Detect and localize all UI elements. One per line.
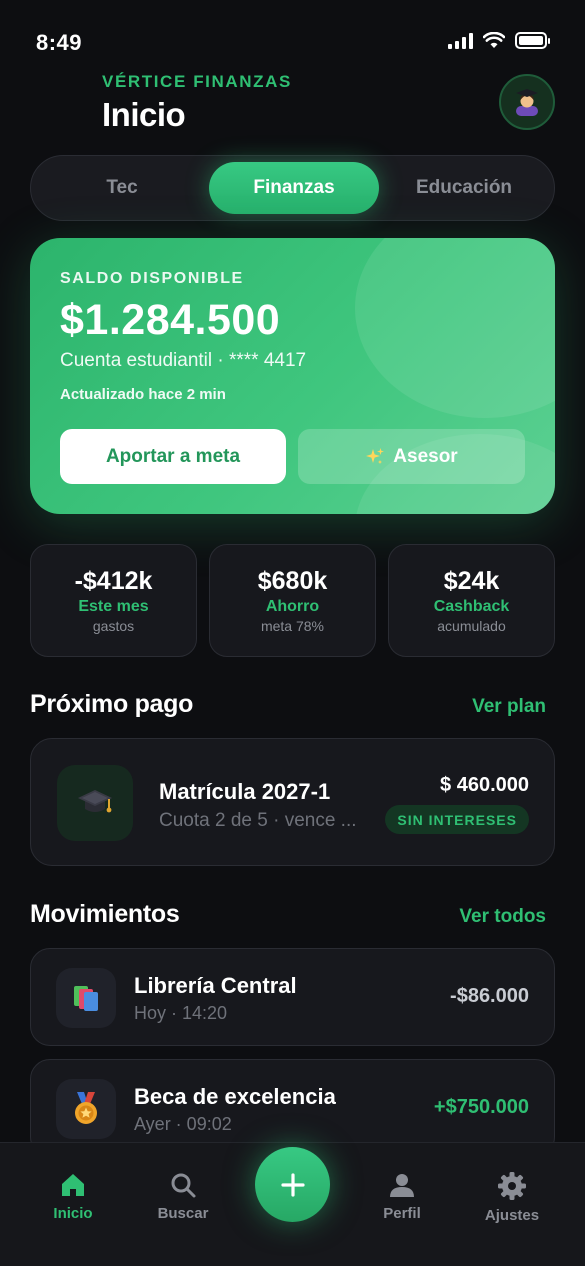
contribute-goal-button[interactable]: Aportar a meta bbox=[60, 429, 286, 484]
header: VÉRTICE FINANZAS Inicio bbox=[102, 72, 292, 134]
home-icon bbox=[62, 1174, 84, 1196]
cellular-signal-icon bbox=[448, 32, 473, 49]
balance-amount: $1.284.500 bbox=[60, 296, 281, 344]
view-all-link[interactable]: Ver todos bbox=[459, 906, 546, 928]
balance-label: SALDO DISPONIBLE bbox=[60, 270, 244, 287]
no-interest-badge: SIN INTERESES bbox=[385, 805, 529, 834]
nav-label: Inicio bbox=[53, 1205, 93, 1222]
wifi-icon bbox=[483, 32, 505, 48]
status-bar: 8:49 bbox=[0, 0, 585, 70]
status-icons bbox=[448, 32, 550, 49]
transaction-time: Ayer · 09:02 bbox=[134, 1114, 232, 1134]
nav-label: Buscar bbox=[157, 1205, 209, 1222]
stat-value: $680k bbox=[257, 567, 328, 595]
next-payment-card[interactable]: Matrícula 2027-1 Cuota 2 de 5 · vence ..… bbox=[30, 738, 555, 866]
page-title: Inicio bbox=[102, 96, 186, 133]
transaction-amount: -$86.000 bbox=[450, 985, 529, 1007]
status-time: 8:49 bbox=[36, 30, 83, 55]
stat-sub: gastos bbox=[92, 618, 135, 634]
medal-icon bbox=[75, 1092, 97, 1124]
next-payment-title: Próximo pago bbox=[30, 690, 194, 718]
stat-value: -$412k bbox=[74, 567, 153, 595]
nav-item-inicio[interactable]: Inicio bbox=[28, 1171, 118, 1222]
transaction-icon-tile bbox=[56, 1079, 116, 1139]
transaction-icon-tile bbox=[56, 968, 116, 1028]
balance-card: SALDO DISPONIBLE $1.284.500 Cuenta estud… bbox=[30, 238, 555, 514]
books-icon bbox=[74, 986, 98, 1011]
person-icon bbox=[390, 1174, 414, 1197]
nav-item-buscar[interactable]: Buscar bbox=[138, 1171, 228, 1222]
nav-item-perfil[interactable]: Perfil bbox=[357, 1171, 447, 1222]
stat-card-savings[interactable]: $680k Ahorro meta 78% bbox=[209, 544, 376, 657]
stat-label: Este mes bbox=[78, 598, 149, 615]
transaction-title: Librería Central bbox=[134, 973, 297, 998]
battery-icon bbox=[515, 32, 550, 49]
stat-sub: meta 78% bbox=[260, 618, 325, 634]
stat-sub: acumulado bbox=[437, 618, 506, 634]
graduation-cap-icon bbox=[78, 790, 112, 813]
category-tabs: Tec Finanzas Educación bbox=[30, 155, 555, 221]
tab-tec[interactable]: Tec bbox=[37, 162, 207, 214]
payment-icon-tile bbox=[57, 765, 133, 841]
nav-label: Ajustes bbox=[484, 1207, 540, 1224]
gear-icon bbox=[498, 1172, 526, 1200]
payment-title: Matrícula 2027-1 bbox=[159, 779, 331, 804]
tab-finanzas[interactable]: Finanzas bbox=[209, 162, 379, 214]
nav-item-ajustes[interactable]: Ajustes bbox=[467, 1171, 557, 1224]
movements-title: Movimientos bbox=[30, 900, 180, 928]
advisor-button[interactable]: Asesor bbox=[298, 429, 525, 484]
transaction-title: Beca de excelencia bbox=[134, 1084, 336, 1109]
transaction-amount: +$750.000 bbox=[433, 1096, 529, 1118]
student-avatar-icon bbox=[516, 89, 538, 116]
avatar[interactable] bbox=[499, 74, 555, 130]
account-info: Cuenta estudiantil · **** 4417 bbox=[60, 350, 307, 371]
brand-name: VÉRTICE FINANZAS bbox=[102, 72, 292, 91]
sparkles-icon bbox=[366, 447, 385, 464]
stat-label: Cashback bbox=[433, 598, 510, 615]
advisor-label: Asesor bbox=[393, 445, 458, 467]
updated-time: Actualizado hace 2 min bbox=[60, 386, 226, 403]
stat-card-month[interactable]: -$412k Este mes gastos bbox=[30, 544, 197, 657]
payment-sub: Cuota 2 de 5 · vence ... bbox=[159, 810, 357, 831]
view-plan-link[interactable]: Ver plan bbox=[472, 696, 546, 718]
search-icon bbox=[171, 1173, 196, 1198]
stat-card-cashback[interactable]: $24k Cashback acumulado bbox=[388, 544, 555, 657]
transaction-time: Hoy · 14:20 bbox=[134, 1003, 228, 1023]
add-button[interactable] bbox=[255, 1147, 330, 1222]
payment-amount: $ 460.000 bbox=[440, 774, 529, 796]
tab-educacion[interactable]: Educación bbox=[379, 162, 549, 214]
list-item[interactable]: Librería Central Hoy · 14:20 -$86.000 bbox=[30, 948, 555, 1046]
nav-label: Perfil bbox=[383, 1205, 421, 1222]
stat-value: $24k bbox=[443, 567, 500, 595]
stat-label: Ahorro bbox=[265, 598, 320, 615]
card-decoration bbox=[355, 238, 555, 418]
plus-icon bbox=[280, 1172, 305, 1197]
